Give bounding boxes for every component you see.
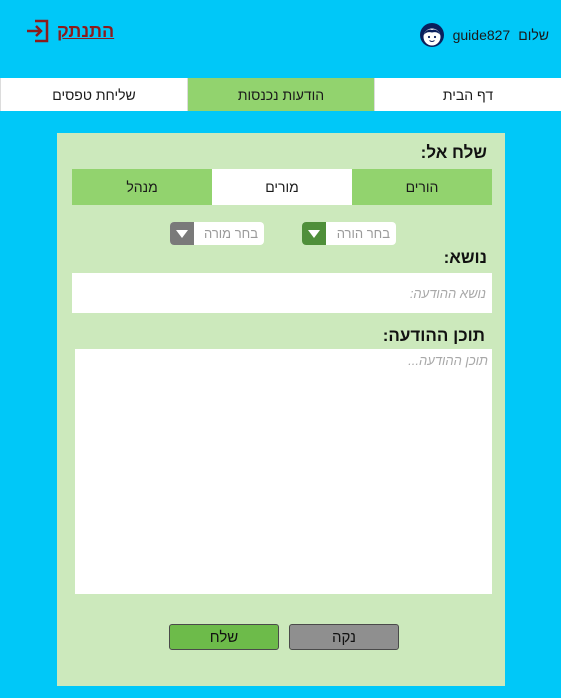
user-greeting: שלום guide827	[419, 22, 549, 48]
logout-icon	[27, 19, 49, 43]
parent-select-placeholder: בחר הורה	[336, 226, 390, 241]
nav-tab-home[interactable]: דף הבית	[374, 78, 561, 111]
send-to-label: שלח אל:	[420, 143, 487, 162]
recipient-tab-teachers[interactable]: מורים	[212, 169, 352, 205]
content-textarea[interactable]	[75, 349, 492, 594]
subject-label: נושא:	[443, 248, 487, 267]
subject-input[interactable]	[72, 273, 492, 313]
greeting-prefix: שלום	[518, 27, 549, 43]
logout-button[interactable]: התנתק	[25, 18, 114, 44]
chevron-down-icon	[170, 222, 194, 245]
recipient-tabs: הורים מורים מנהל	[72, 169, 492, 205]
clear-button[interactable]: נקה	[289, 624, 399, 650]
recipient-tab-principal[interactable]: מנהל	[72, 169, 212, 205]
username: guide827	[452, 27, 511, 43]
teacher-select-placeholder: בחר מורה	[204, 226, 258, 241]
chevron-down-icon	[302, 222, 326, 245]
logout-label[interactable]: התנתק	[57, 21, 114, 42]
main-nav: דף הבית הודעות נכנסות שליחת טפסים	[0, 78, 561, 111]
send-button[interactable]: שלח	[169, 624, 279, 650]
content-label: תוכן ההודעה:	[382, 326, 485, 345]
header: שלום guide827 התנתק	[0, 0, 561, 78]
parent-select[interactable]: בחר הורה	[302, 222, 396, 245]
user-avatar-icon	[419, 23, 444, 47]
nav-tab-inbox[interactable]: הודעות נכנסות	[187, 78, 374, 111]
teacher-select[interactable]: בחר מורה	[170, 222, 264, 245]
compose-panel: שלח אל: הורים מורים מנהל בחר הורה בחר מו…	[57, 133, 505, 686]
nav-tab-send-forms[interactable]: שליחת טפסים	[0, 78, 187, 111]
recipient-tab-parents[interactable]: הורים	[352, 169, 492, 205]
